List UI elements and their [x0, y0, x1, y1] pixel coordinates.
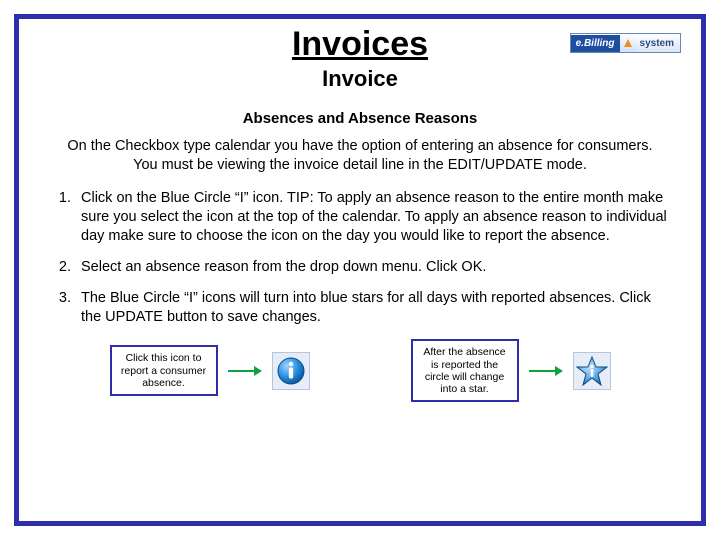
arrow-right-icon [228, 364, 262, 378]
logo-right-text: system [636, 35, 680, 52]
info-star-icon [573, 352, 611, 390]
callout-left: Click this icon to report a consumer abs… [110, 345, 218, 395]
step-item: Select an absence reason from the drop d… [75, 258, 669, 277]
callout-right: After the absence is reported the circle… [411, 339, 519, 401]
intro-paragraph: On the Checkbox type calendar you have t… [57, 137, 663, 175]
step-list: Click on the Blue Circle “I” icon. TIP: … [69, 189, 669, 328]
step-item: The Blue Circle “I” icons will turn into… [75, 289, 669, 327]
section-heading: Absences and Absence Reasons [39, 110, 681, 127]
page-subtitle: Invoice [39, 66, 681, 92]
callout-group-right: After the absence is reported the circle… [411, 339, 611, 401]
info-circle-icon [272, 352, 310, 390]
arrow-right-icon [529, 364, 563, 378]
slide-frame: Invoices e.Billing system Invoice Absenc… [14, 14, 706, 526]
callout-group-left: Click this icon to report a consumer abs… [110, 345, 310, 395]
step-item: Click on the Blue Circle “I” icon. TIP: … [75, 189, 669, 246]
ebilling-logo: e.Billing system [570, 33, 681, 53]
icon-callout-row: Click this icon to report a consumer abs… [39, 339, 681, 401]
logo-left-text: e.Billing [571, 35, 620, 52]
page-title: Invoices [292, 25, 428, 64]
logo-arrow-icon [620, 34, 636, 52]
